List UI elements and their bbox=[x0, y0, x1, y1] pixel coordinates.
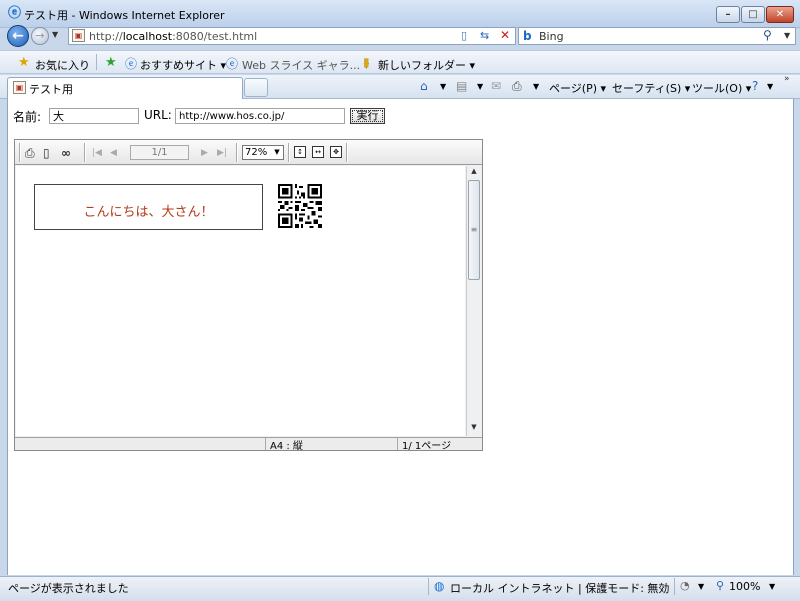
page-menu[interactable]: ページ(P) ▾ bbox=[549, 80, 606, 96]
search-options-dropdown-icon[interactable]: ▼ bbox=[784, 31, 790, 40]
bing-logo-icon: b bbox=[523, 29, 532, 43]
chevron-down-icon[interactable]: ▼ bbox=[271, 146, 283, 159]
address-url[interactable]: http://localhost:8080/test.html bbox=[89, 30, 257, 43]
status-message: ページが表示されました bbox=[8, 582, 129, 595]
stop-icon[interactable]: ✕ bbox=[500, 28, 510, 42]
export-icon[interactable]: ▯ bbox=[43, 146, 50, 160]
favorites-star-icon[interactable]: ★ bbox=[18, 55, 30, 70]
web-slice-icon: ⓔ bbox=[226, 57, 239, 71]
minimize-button[interactable]: – bbox=[716, 6, 740, 23]
page-favicon-icon: ▣ bbox=[72, 29, 85, 42]
print-icon[interactable]: ⎙ bbox=[512, 79, 522, 94]
search-icon[interactable]: ⚲ bbox=[763, 28, 772, 42]
ie-icon: ⓔ bbox=[125, 57, 138, 71]
name-input[interactable] bbox=[49, 108, 139, 124]
next-page-icon[interactable]: ▶ bbox=[201, 148, 208, 158]
find-binoculars-icon[interactable]: ∞ bbox=[61, 146, 71, 160]
search-placeholder[interactable]: Bing bbox=[539, 30, 564, 43]
separator bbox=[288, 143, 290, 162]
toolbar-grip bbox=[19, 143, 21, 162]
window-title: テスト用 - Windows Internet Explorer bbox=[24, 9, 225, 22]
separator bbox=[236, 143, 238, 162]
paper-size-label: A4 : 縦 bbox=[268, 437, 398, 452]
suggested-sites-link[interactable]: おすすめサイト ▾ bbox=[140, 57, 226, 73]
add-to-favorites-bar-icon[interactable]: ★ bbox=[105, 55, 117, 70]
fit-width-icon[interactable]: ↔ bbox=[312, 146, 324, 158]
back-button[interactable]: ← bbox=[7, 25, 29, 47]
separator bbox=[428, 578, 429, 595]
home-icon[interactable]: ⌂ bbox=[420, 79, 428, 93]
feeds-dropdown-icon[interactable]: ▼ bbox=[477, 82, 483, 91]
tab-favicon-icon: ▣ bbox=[13, 81, 26, 94]
security-zone-text[interactable]: ローカル イントラネット | 保護モード: 無効 bbox=[450, 580, 669, 596]
tab-label[interactable]: テスト用 bbox=[29, 81, 73, 97]
home-dropdown-icon[interactable]: ▼ bbox=[440, 82, 446, 91]
separator bbox=[674, 578, 675, 595]
safety-menu[interactable]: セーフティ(S) ▾ bbox=[612, 80, 690, 96]
zoom-level[interactable]: 100% bbox=[729, 580, 760, 593]
separator bbox=[96, 54, 97, 70]
greeting-text: こんにちは、大さん！ bbox=[83, 205, 214, 220]
page-count-label: 1/ 1ページ bbox=[402, 441, 452, 452]
help-icon[interactable]: ? bbox=[752, 79, 758, 93]
web-slice-gallery-link[interactable]: Web スライス ギャラ... ▾ bbox=[242, 57, 369, 73]
favorites-button[interactable]: お気に入り bbox=[35, 57, 90, 73]
separator bbox=[346, 143, 348, 162]
separator bbox=[84, 143, 86, 162]
scroll-down-icon[interactable]: ▼ bbox=[466, 423, 482, 436]
url-label: URL: bbox=[144, 108, 172, 122]
zoom-icon[interactable]: ⚲ bbox=[716, 579, 724, 592]
run-button[interactable]: 実行 bbox=[350, 108, 385, 124]
url-input[interactable] bbox=[175, 108, 345, 124]
history-dropdown-icon[interactable]: ▼ bbox=[52, 30, 58, 39]
chevron-more-icon[interactable]: » bbox=[784, 74, 790, 84]
mail-icon[interactable]: ✉ bbox=[491, 79, 501, 93]
first-page-icon[interactable]: |◀ bbox=[92, 148, 102, 158]
print-icon[interactable]: ⎙ bbox=[25, 146, 35, 161]
print-dropdown-icon[interactable]: ▼ bbox=[533, 82, 539, 91]
new-folder-link[interactable]: 新しいフォルダー ▾ bbox=[378, 57, 475, 73]
previous-page-icon[interactable]: ◀ bbox=[110, 148, 117, 158]
fit-height-icon[interactable]: ↕ bbox=[294, 146, 306, 158]
compatibility-view-icon[interactable]: ▯ bbox=[461, 29, 467, 42]
ie-icon: ⓔ bbox=[8, 6, 22, 21]
zoom-dropdown-icon[interactable]: ▼ bbox=[769, 582, 775, 591]
last-page-icon[interactable]: ▶| bbox=[217, 148, 227, 158]
help-dropdown-icon[interactable]: ▼ bbox=[767, 82, 773, 91]
page-number-input[interactable]: 1/1 bbox=[130, 145, 189, 160]
tools-menu[interactable]: ツール(O) ▾ bbox=[692, 80, 751, 96]
refresh-icon[interactable]: ⇆ bbox=[480, 29, 489, 42]
new-tab-button[interactable] bbox=[244, 78, 268, 97]
fit-page-icon[interactable]: ✥ bbox=[330, 146, 342, 158]
feeds-icon[interactable]: ▤ bbox=[456, 79, 467, 93]
scroll-up-icon[interactable]: ▲ bbox=[466, 167, 482, 180]
viewer-status-cell bbox=[16, 438, 266, 450]
privacy-icon[interactable]: ◔ bbox=[680, 579, 690, 592]
maximize-button[interactable]: □ bbox=[741, 6, 765, 23]
scroll-thumb[interactable]: ≡ bbox=[468, 180, 480, 280]
qr-code-icon bbox=[278, 184, 322, 228]
close-button[interactable]: ✕ bbox=[766, 6, 794, 23]
forward-button[interactable]: → bbox=[31, 27, 49, 45]
intranet-zone-icon: ◍ bbox=[434, 579, 445, 593]
name-label: 名前: bbox=[13, 110, 42, 124]
folder-icon: ▮ bbox=[363, 55, 370, 69]
privacy-dropdown-icon[interactable]: ▼ bbox=[698, 582, 704, 591]
